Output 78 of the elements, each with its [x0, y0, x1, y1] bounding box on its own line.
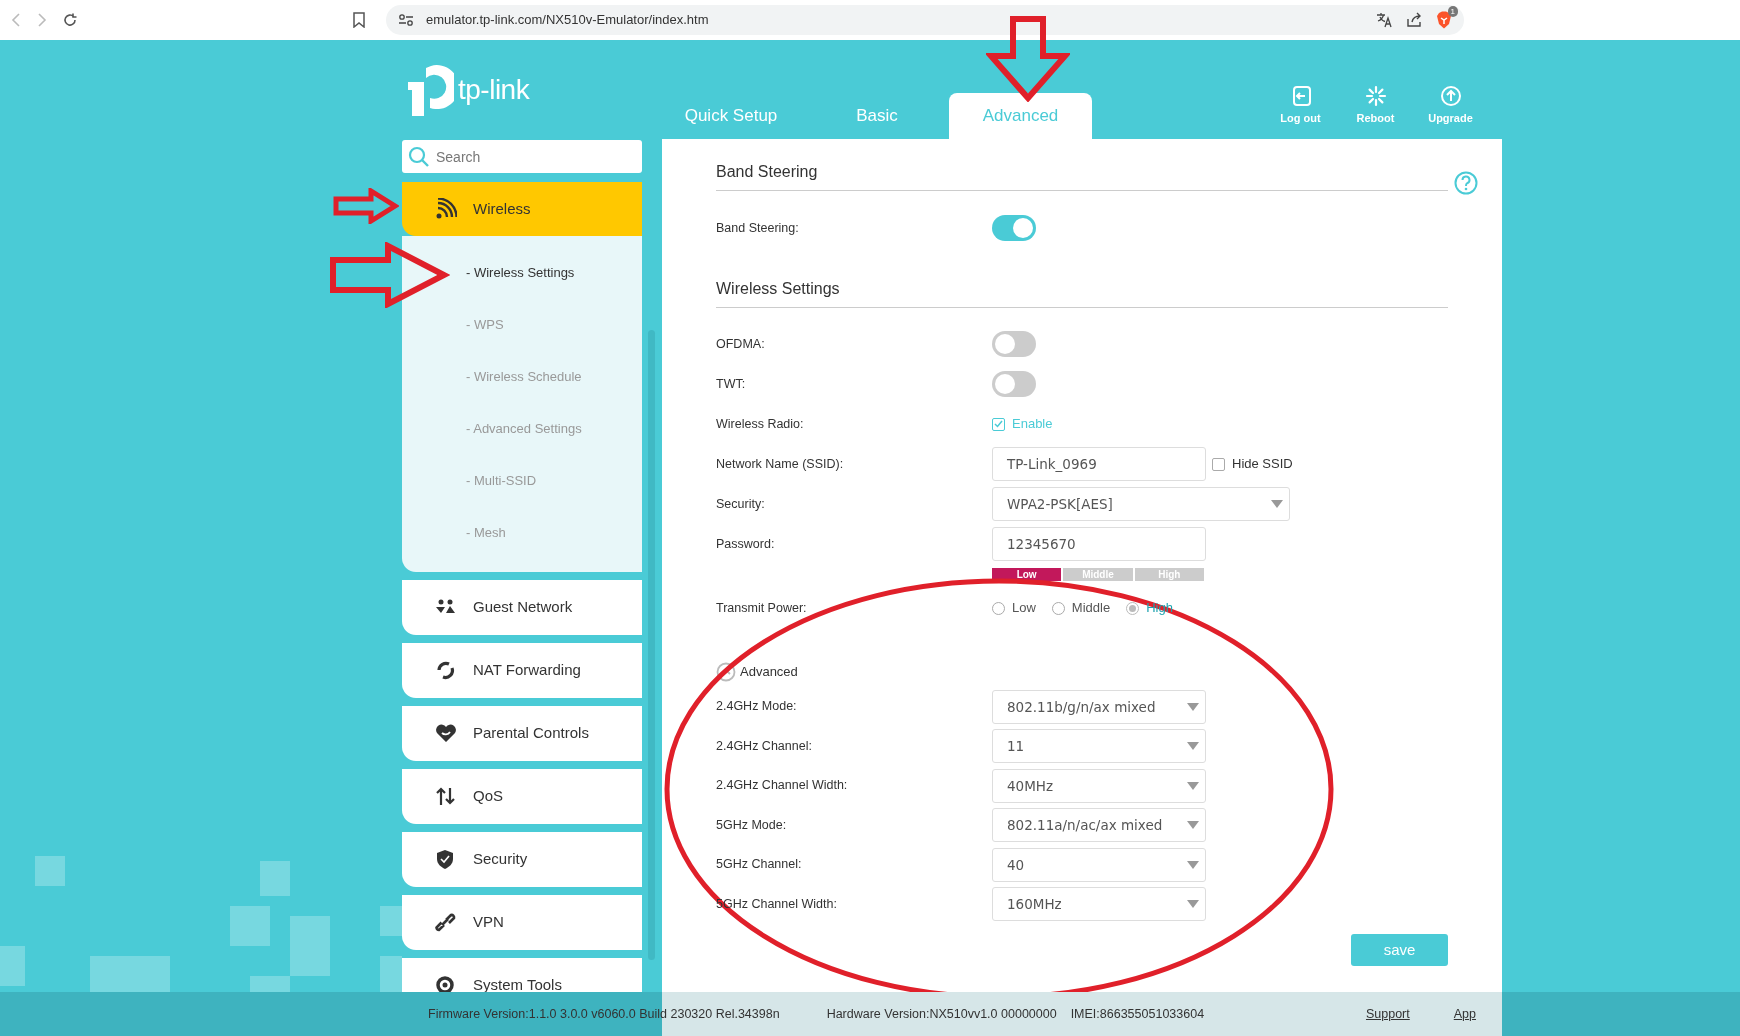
sidebar-item[interactable]: Security — [402, 832, 642, 887]
dropdown-caret-icon — [1187, 821, 1199, 830]
notification-badge: 1 — [1447, 6, 1458, 17]
dropdown[interactable]: 11 — [992, 729, 1206, 764]
field-label: TWT: — [716, 375, 747, 393]
url-text: emulator.tp-link.com/NX510v-Emulator/index.htm — [426, 11, 709, 30]
radio-option[interactable]: Middle — [1051, 598, 1111, 618]
dropdown[interactable]: 802.11a/n/ac/ax mixed — [992, 808, 1206, 843]
field-label: Band Steering: — [716, 219, 800, 237]
collapse-circle-icon[interactable] — [716, 662, 736, 682]
dropdown-caret-icon — [1187, 900, 1199, 909]
password-field[interactable]: 12345670 — [992, 527, 1206, 561]
field-label: Transmit Power: — [716, 599, 808, 617]
wifi-icon — [435, 198, 457, 220]
gear-icon — [435, 974, 457, 992]
dropdown[interactable]: 160MHz — [992, 887, 1206, 922]
footer-link[interactable]: Support — [1365, 1004, 1410, 1024]
address-bar[interactable]: emulator.tp-link.com/NX510v-Emulator/index.htm 1 — [386, 5, 1464, 35]
field-label: OFDMA: — [716, 335, 766, 353]
logo-text: tp-link — [458, 73, 530, 107]
radio-option[interactable]: Low — [992, 598, 1036, 618]
field-label: Network Name (SSID): — [716, 455, 845, 473]
field-label: 5GHz Mode: — [716, 816, 788, 834]
sidebar-item[interactable]: VPN — [402, 895, 642, 950]
circular-arrows-icon — [435, 659, 457, 682]
dropdown[interactable]: 802.11b/g/n/ax mixed — [992, 689, 1206, 724]
checkbox-label: Hide SSID — [1232, 455, 1293, 474]
back-icon[interactable] — [10, 12, 22, 28]
checkbox-label: Enable — [1012, 415, 1053, 434]
field-label: Password: — [716, 535, 776, 553]
sidebar-item[interactable]: QoS — [402, 769, 642, 824]
section-title: Band Steering — [716, 159, 1448, 191]
upload-icon — [1439, 84, 1462, 107]
hardware-version: Hardware Version:NX510vv1.0 00000000 — [826, 1005, 1057, 1023]
sidebar-item[interactable]: Parental Controls — [402, 706, 642, 761]
dropdown-caret-icon — [1271, 500, 1283, 508]
reboot-icon — [1364, 84, 1387, 107]
dropdown-caret-icon — [1187, 742, 1199, 751]
sidebar-item[interactable]: NAT Forwarding — [402, 643, 642, 698]
advanced-toggle-label[interactable]: Advanced — [740, 662, 798, 682]
checkbox[interactable] — [992, 417, 1005, 431]
imei-text: IMEI:866355051033604 — [1070, 1005, 1205, 1023]
text-field[interactable]: TP-Link_0969 — [992, 447, 1206, 481]
toggle-switch[interactable] — [992, 331, 1036, 357]
forward-icon[interactable] — [36, 12, 48, 28]
field-label: Security: — [716, 495, 766, 513]
dropdown[interactable]: WPA2-PSK[AES] — [992, 487, 1290, 521]
sidebar-item[interactable]: Wireless — [402, 182, 642, 236]
reload-icon[interactable] — [62, 12, 78, 28]
section-title: Wireless Settings — [716, 276, 1448, 308]
toggle-switch[interactable] — [992, 371, 1036, 397]
field-label: 5GHz Channel: — [716, 856, 803, 874]
field-label: Wireless Radio: — [716, 415, 805, 433]
dropdown-caret-icon — [1187, 702, 1199, 711]
link-icon — [435, 911, 457, 934]
heart-icon — [435, 722, 457, 745]
sidebar-item[interactable]: Guest Network — [402, 580, 642, 635]
checkbox[interactable] — [1212, 457, 1225, 471]
search-field[interactable]: Search — [402, 140, 642, 173]
footer-link[interactable]: App — [1453, 1004, 1476, 1024]
help-icon[interactable] — [1454, 171, 1478, 195]
dropdown-caret-icon — [1187, 860, 1199, 869]
search-icon — [408, 146, 430, 168]
annotation-arrow — [333, 188, 399, 224]
up-down-arrows-icon — [435, 785, 457, 808]
toggle-switch[interactable] — [992, 215, 1036, 241]
field-label: 2.4GHz Channel: — [716, 737, 813, 755]
field-label: 2.4GHz Mode: — [716, 698, 798, 716]
site-settings-icon — [398, 13, 414, 27]
translate-icon[interactable] — [1376, 12, 1392, 28]
share-icon[interactable] — [1406, 12, 1422, 28]
dropdown[interactable]: 40 — [992, 847, 1206, 882]
bookmark-icon[interactable] — [352, 12, 366, 28]
dropdown-caret-icon — [1187, 781, 1199, 790]
dropdown[interactable]: 40MHz — [992, 768, 1206, 803]
field-label: 2.4GHz Channel Width: — [716, 777, 849, 795]
submenu-item[interactable]: - Wireless Settings — [466, 263, 575, 283]
lion-shield-icon[interactable] — [1436, 11, 1452, 29]
